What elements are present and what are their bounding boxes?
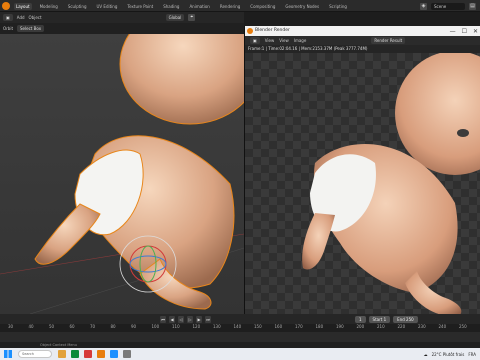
blender-taskbar-icon[interactable] <box>97 350 105 358</box>
weather-text: 22°C Plutôt frais <box>431 351 465 357</box>
close-icon[interactable]: ✕ <box>473 28 478 35</box>
ruler-tick: 50 <box>49 324 55 329</box>
ruler-tick: 100 <box>151 324 160 329</box>
playback-controls: ⏮ ◀ ◁ ▷ ▶ ⏭ <box>160 315 211 323</box>
render-window-titlebar: Blender Render <box>245 26 480 36</box>
tab-layout[interactable]: Layout <box>14 2 32 10</box>
ruler-tick: 110 <box>172 324 180 329</box>
tab-texture-paint[interactable]: Texture Paint <box>125 3 155 10</box>
ruler-tick: 130 <box>213 324 221 329</box>
ruler-tick: 170 <box>295 324 303 329</box>
ruler-tick: 140 <box>233 324 242 329</box>
tab-modeling[interactable]: Modeling <box>38 3 60 10</box>
ruler-tick: 190 <box>336 324 344 329</box>
jump-end-icon[interactable]: ⏭ <box>205 315 211 323</box>
render-slot-dropdown[interactable]: Render Result <box>371 37 406 44</box>
render-info-bar: Frame:1 | Time:02:04.16 | Mem:2153.37M (… <box>245 45 480 53</box>
ruler-tick: 250 <box>459 324 467 329</box>
status-hint: Object Context Menu <box>40 343 77 347</box>
tab-scripting[interactable]: Scripting <box>327 3 349 10</box>
app-icon[interactable] <box>123 350 131 358</box>
play-icon[interactable]: ▷ <box>187 315 193 323</box>
ruler-tick: 150 <box>254 324 262 329</box>
tab-animation[interactable]: Animation <box>187 3 211 10</box>
menu-object[interactable]: Object <box>29 15 42 20</box>
ruler-tick: 40 <box>28 324 34 329</box>
tab-sculpting[interactable]: Sculpting <box>66 3 89 10</box>
ruler-tick: 230 <box>418 324 426 329</box>
tab-geometry-nodes[interactable]: Geometry Nodes <box>283 3 321 10</box>
select-box-dropdown[interactable]: Select Box <box>17 25 45 32</box>
baby-eye <box>457 129 469 137</box>
taskbar-search[interactable]: Search <box>18 350 52 358</box>
windows-start-icon[interactable] <box>4 350 12 358</box>
timeline-body[interactable] <box>0 332 480 342</box>
tab-shading[interactable]: Shading <box>161 3 181 10</box>
viewport-scene <box>0 34 244 314</box>
menu-image[interactable]: Image <box>294 38 307 43</box>
scene-selector[interactable]: Scene <box>431 2 465 10</box>
editor-type-icon[interactable]: ▣ <box>3 14 13 21</box>
ruler-tick: 120 <box>192 324 201 329</box>
snap-icon[interactable]: ⌖ <box>188 14 196 21</box>
tab-uv-editing[interactable]: UV Editing <box>95 3 120 10</box>
render-menubar: ▣ View View Image Render Result <box>245 36 480 45</box>
viewport-toolbar: Orbit Select Box <box>0 23 244 34</box>
blender-logo-icon[interactable] <box>2 2 10 10</box>
menu-view-2[interactable]: View <box>279 38 289 43</box>
ruler-tick: 90 <box>131 324 137 329</box>
minimize-icon[interactable]: — <box>450 28 456 35</box>
blender-window-icon <box>247 28 253 34</box>
ruler-tick: 60 <box>69 324 75 329</box>
system-tray: ☁ 22°C Plutôt frais FRA <box>424 348 476 360</box>
chrome-icon[interactable] <box>84 350 92 358</box>
render-canvas[interactable] <box>245 53 480 318</box>
ruler-tick: 220 <box>397 324 406 329</box>
render-window: Blender Render — ☐ ✕ ▣ View View Image R… <box>244 26 480 318</box>
end-value: 250 <box>406 316 414 322</box>
maximize-icon[interactable]: ☐ <box>462 28 467 35</box>
image-editor-icon[interactable]: ▣ <box>250 37 260 44</box>
view-layer-icon[interactable]: ▤ <box>469 2 476 10</box>
frame-range: 1 Start 1 End 250 <box>355 315 418 323</box>
ruler-tick: 180 <box>315 324 324 329</box>
ruler-tick: 210 <box>377 324 385 329</box>
ruler-tick: 70 <box>90 324 96 329</box>
start-frame-field[interactable]: Start 1 <box>368 315 391 323</box>
jump-start-icon[interactable]: ⏮ <box>160 315 166 323</box>
orientation-dropdown[interactable]: Global <box>165 14 185 21</box>
ruler-tick: 80 <box>110 324 116 329</box>
tab-compositing[interactable]: Compositing <box>248 3 277 10</box>
ruler-tick: 200 <box>356 324 365 329</box>
edge-browser-icon[interactable] <box>71 350 79 358</box>
render-image <box>302 53 480 317</box>
ruler-tick: 30 <box>8 324 14 329</box>
ruler-tick: 160 <box>274 324 283 329</box>
menu-add[interactable]: Add <box>17 15 25 20</box>
language-indicator[interactable]: FRA <box>468 352 476 357</box>
next-keyframe-icon[interactable]: ▶ <box>196 315 202 323</box>
current-frame-field[interactable]: 1 <box>355 315 366 323</box>
menu-view[interactable]: View <box>265 38 275 43</box>
3d-viewport[interactable] <box>0 34 244 314</box>
ruler-tick: 240 <box>438 324 447 329</box>
scene-icon[interactable]: ◈ <box>420 2 427 10</box>
prev-keyframe-icon[interactable]: ◀ <box>169 315 175 323</box>
file-explorer-icon[interactable] <box>58 350 66 358</box>
timeline-ruler[interactable]: 30 40 50 60 70 80 90 100 110 120 130 140 150 160 170 18… <box>0 324 480 332</box>
start-label: Start <box>372 316 383 322</box>
end-label: End <box>397 316 405 322</box>
end-frame-field[interactable]: End 250 <box>393 315 418 323</box>
mode-label[interactable]: Orbit <box>3 26 13 31</box>
play-reverse-icon[interactable]: ◁ <box>178 315 184 323</box>
start-value: 1 <box>383 316 387 322</box>
store-icon[interactable] <box>110 350 118 358</box>
windows-taskbar: Search <box>0 348 480 360</box>
tab-rendering[interactable]: Rendering <box>218 3 242 10</box>
weather-icon[interactable]: ☁ <box>424 352 428 357</box>
render-window-title: Blender Render <box>255 28 290 33</box>
viewport-header: ▣ Add Object Global ⌖ <box>0 12 244 23</box>
top-bar: Layout Modeling Sculpting UV Editing Tex… <box>0 0 480 12</box>
